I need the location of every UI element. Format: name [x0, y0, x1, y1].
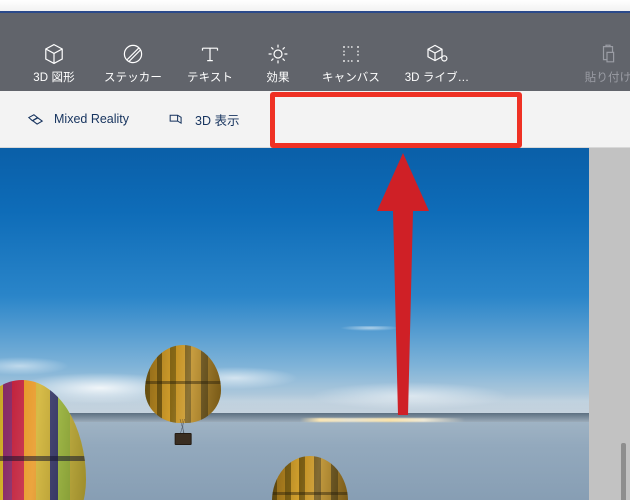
ribbon-item-canvas[interactable]: キャンバス — [310, 39, 392, 91]
3d-view-icon — [167, 110, 186, 129]
mixed-reality-button[interactable]: Mixed Reality — [0, 91, 143, 147]
ribbon-item-3d-shapes-clipped[interactable]: 形 — [0, 39, 18, 91]
cube-icon — [42, 39, 66, 69]
3d-view-label: 3D 表示 — [195, 113, 240, 128]
hot-air-balloon-gold-middle — [272, 456, 348, 500]
ribbon-item-label: 効果 — [266, 72, 290, 84]
photo-image[interactable] — [0, 148, 589, 500]
canvas-icon — [339, 39, 363, 69]
sticker-icon — [121, 39, 145, 69]
ribbon-item-label: テキスト — [186, 72, 234, 84]
balloon-basket — [174, 433, 192, 445]
balloon-envelope — [145, 345, 221, 423]
canvas-right-strip — [589, 296, 630, 500]
mixed-reality-icon — [26, 110, 45, 129]
effects-icon — [266, 39, 290, 69]
hot-air-balloon-gold-upper — [145, 345, 221, 445]
ribbon-item-label: 3D ライブ… — [404, 72, 470, 84]
3d-library-icon — [425, 39, 449, 69]
ribbon-toolbar: 形 3D 図形 ステッカー — [0, 13, 630, 91]
city-lights — [300, 418, 465, 422]
text-icon — [198, 39, 222, 69]
ribbon-item-label: 貼り付け — [584, 72, 630, 84]
balloon-envelope — [272, 456, 348, 500]
ribbon-item-3d-library[interactable]: 3D ライブ… — [392, 39, 482, 91]
canvas-area[interactable] — [0, 148, 630, 500]
window-top-strip — [0, 0, 630, 11]
mixed-reality-label: Mixed Reality — [54, 112, 130, 126]
ribbon-item-label: ステッカー — [104, 72, 162, 84]
secondary-toolbar: Mixed Reality 3D 表示 — [0, 91, 630, 237]
ribbon-item-label: キャンバス — [322, 72, 380, 84]
paste-icon — [596, 39, 620, 69]
annotation-arrow-up — [375, 153, 431, 415]
ribbon-item-paste: 貼り付け — [572, 39, 630, 91]
ribbon-item-3d-shapes[interactable]: 3D 図形 — [18, 39, 90, 91]
ribbon-item-stickers[interactable]: ステッカー — [92, 39, 174, 91]
paint3d-window: 形 3D 図形 ステッカー — [0, 0, 630, 500]
3d-view-button[interactable]: 3D 表示 — [143, 91, 253, 147]
hot-air-balloon-multicolor — [0, 380, 86, 500]
ribbon-item-text[interactable]: テキスト — [174, 39, 246, 91]
vertical-scrollbar-thumb[interactable] — [621, 443, 626, 500]
ribbon-item-effects[interactable]: 効果 — [246, 39, 310, 91]
balloon-envelope — [0, 380, 86, 500]
ribbon-item-label: 3D 図形 — [33, 72, 75, 84]
